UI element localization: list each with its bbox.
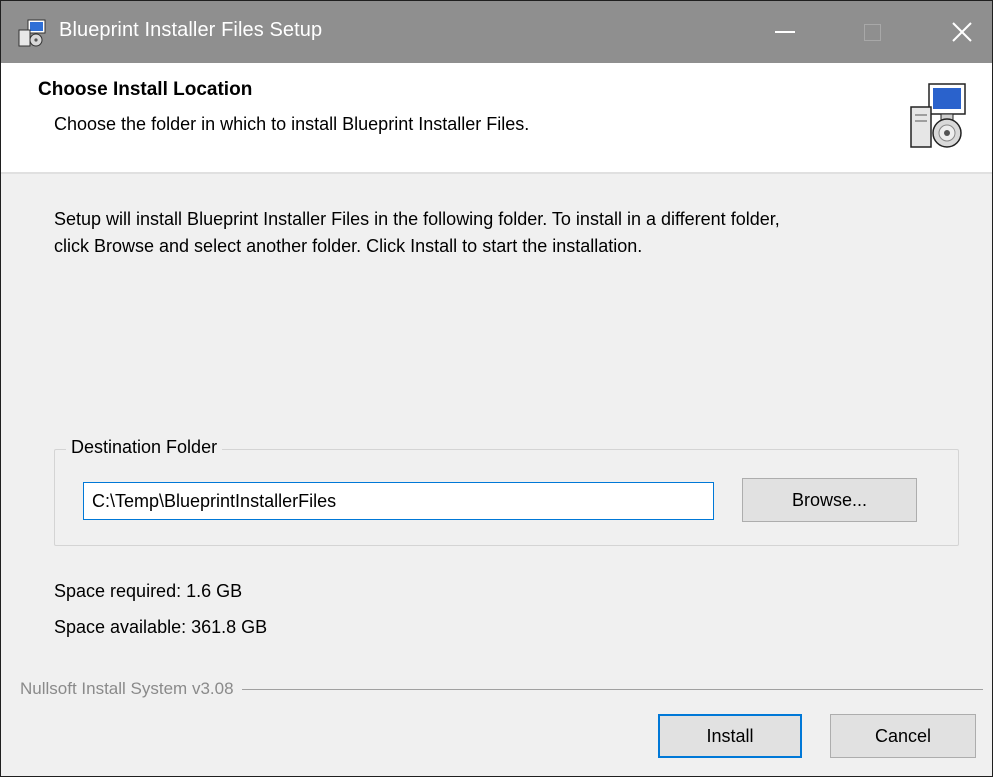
- maximize-button[interactable]: [841, 1, 903, 63]
- intro-line-2: click Browse and select another folder. …: [54, 236, 643, 256]
- minimize-icon: [775, 31, 795, 33]
- browse-button[interactable]: Browse...: [742, 478, 917, 522]
- intro-text: Setup will install Blueprint Installer F…: [54, 206, 974, 260]
- installer-window: Blueprint Installer Files Setup Choose I…: [0, 0, 993, 777]
- close-icon: [952, 22, 972, 42]
- page-title: Choose Install Location: [38, 79, 253, 100]
- window-title: Blueprint Installer Files Setup: [59, 19, 323, 41]
- close-button[interactable]: [931, 1, 992, 63]
- intro-line-1: Setup will install Blueprint Installer F…: [54, 209, 780, 229]
- install-button[interactable]: Install: [658, 714, 802, 758]
- destination-folder-label: Destination Folder: [66, 437, 223, 458]
- cancel-button[interactable]: Cancel: [830, 714, 976, 758]
- maximize-icon: [863, 23, 881, 41]
- title-bar[interactable]: Blueprint Installer Files Setup: [1, 1, 992, 63]
- destination-folder-input[interactable]: [83, 482, 714, 520]
- installer-app-icon: [18, 19, 46, 47]
- nsis-branding: Nullsoft Install System v3.08: [20, 679, 242, 699]
- header-divider: [1, 172, 992, 174]
- space-required-text: Space required: 1.6 GB: [54, 581, 243, 601]
- setup-computer-cd-icon: [910, 83, 966, 148]
- space-available-text: Space available: 361.8 GB: [54, 617, 268, 637]
- page-subtitle: Choose the folder in which to install Bl…: [54, 114, 530, 134]
- minimize-button[interactable]: [754, 1, 816, 63]
